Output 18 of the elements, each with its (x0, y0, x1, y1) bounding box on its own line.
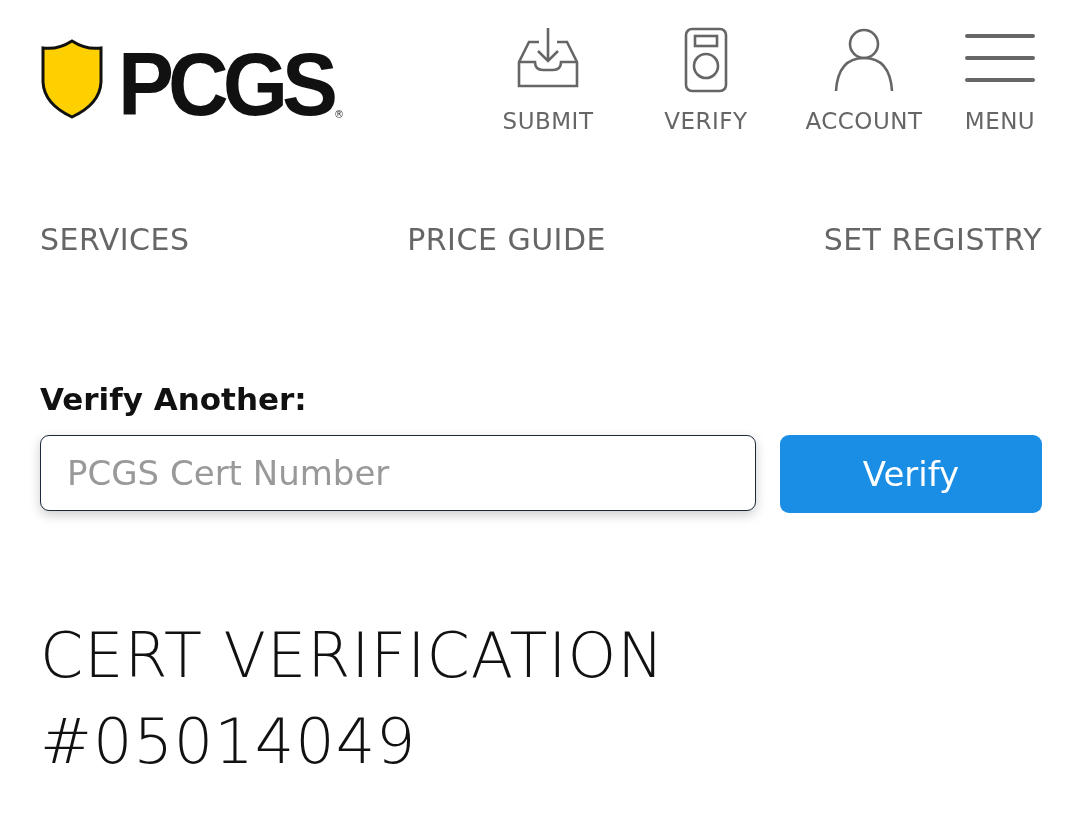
nav-link[interactable]: SET REGISTRY (823, 222, 1042, 257)
nav-button[interactable]: MENU (958, 24, 1042, 134)
device-icon (684, 27, 728, 93)
registered-mark: ® (334, 109, 345, 120)
form-label: Verify Another: (40, 381, 308, 417)
cert-number-field[interactable]: PCGS Cert Number (40, 435, 756, 511)
verify-button[interactable]: Verify (780, 435, 1042, 513)
nav-button[interactable]: SUBMIT (484, 24, 612, 134)
inbox-download-icon (517, 26, 579, 88)
menu-icon (965, 34, 1035, 82)
nav-link[interactable]: SERVICES (40, 222, 190, 257)
user-icon (834, 28, 894, 92)
nav-button[interactable]: VERIFY (642, 24, 770, 134)
shield-icon (40, 38, 104, 120)
logo-text[interactable]: PCGS (118, 48, 333, 122)
nav-button[interactable]: ACCOUNT (800, 24, 928, 134)
nav-link[interactable]: PRICE GUIDE (407, 222, 606, 257)
page-heading: CERT VERIFICATION #05014049 (40, 618, 666, 780)
